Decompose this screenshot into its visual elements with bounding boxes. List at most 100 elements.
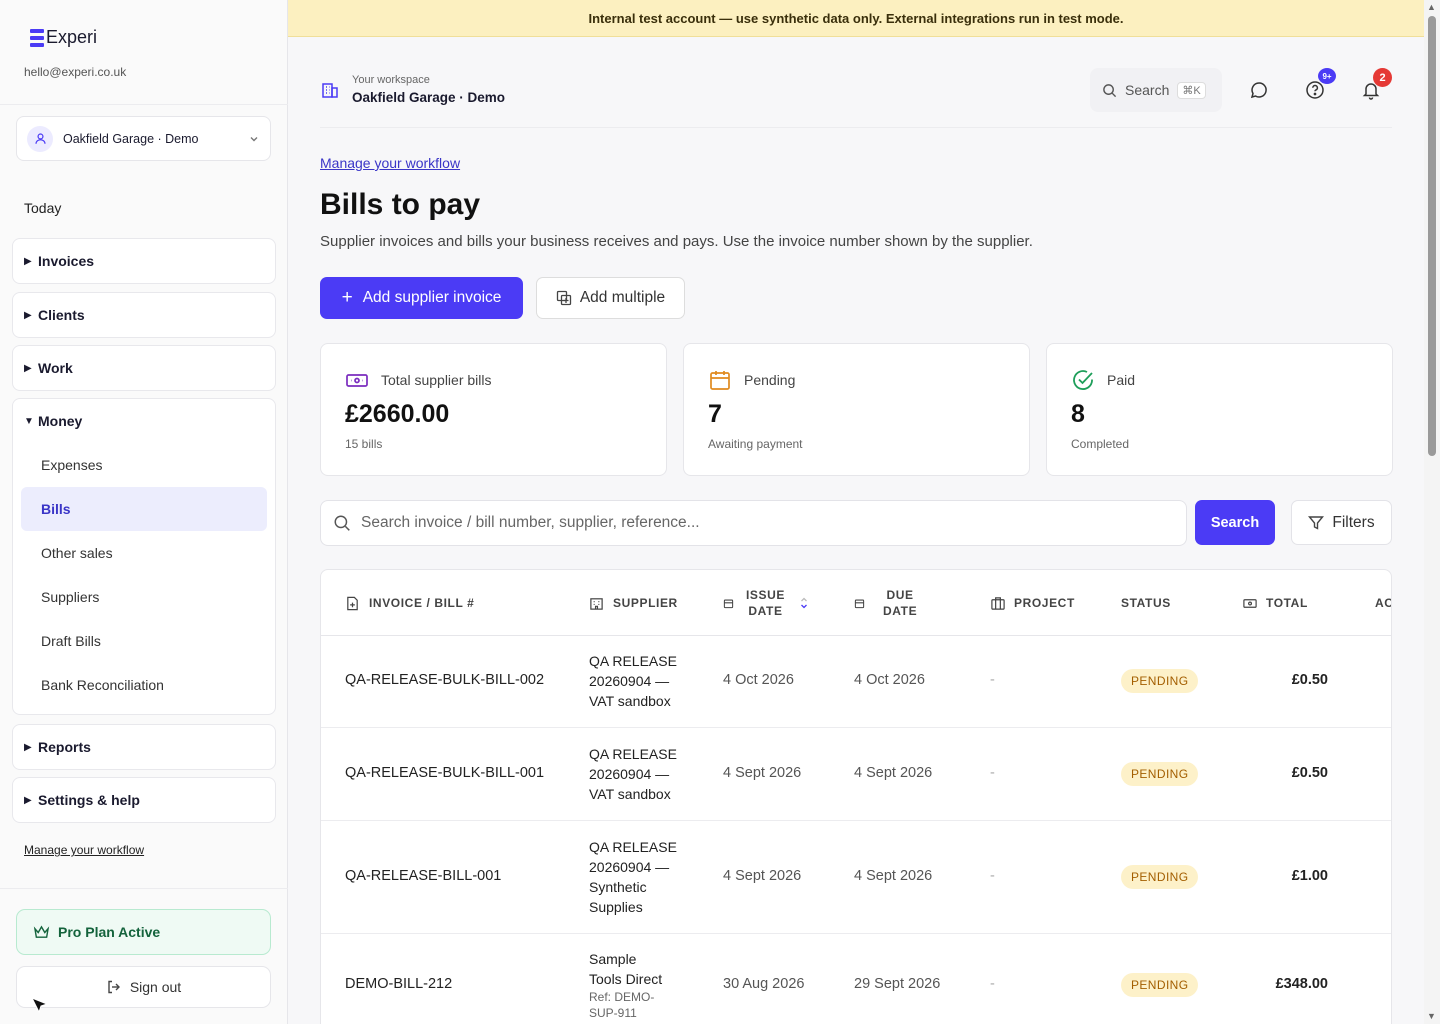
- calendar-icon: [723, 599, 734, 608]
- column-header-label: TOTAL: [1266, 596, 1308, 610]
- column-header-label: DATE: [883, 604, 918, 618]
- sidebar-group-money-toggle[interactable]: ▼ Money: [13, 399, 275, 443]
- sidebar-group-label: Settings & help: [38, 792, 140, 808]
- supplier-line: Supplies: [589, 899, 643, 915]
- column-header-actions[interactable]: AC: [1375, 570, 1392, 636]
- row-due-date: 4 Sept 2026: [854, 868, 933, 884]
- bills-search-field: [320, 500, 1187, 546]
- row-total: £0.50: [1291, 672, 1328, 688]
- help-button[interactable]: 9+: [1303, 68, 1336, 102]
- test-mode-banner: Internal test account — use synthetic da…: [288, 0, 1424, 37]
- row-issue-date: 4 Sept 2026: [723, 765, 802, 781]
- column-header-total[interactable]: TOTAL: [1242, 570, 1308, 636]
- bills-table: INVOICE / BILL # SUPPLIER ISSUE DATE DUE D…: [320, 569, 1392, 1024]
- column-header-project[interactable]: PROJECT: [990, 570, 1075, 636]
- sidebar-item-draft-bills[interactable]: Draft Bills: [21, 619, 267, 663]
- notifications-button[interactable]: 2: [1359, 68, 1392, 102]
- stat-value: £2660.00: [345, 400, 450, 428]
- column-header-invoice[interactable]: INVOICE / BILL #: [345, 570, 474, 636]
- add-multiple-button[interactable]: Add multiple: [536, 277, 685, 319]
- sidebar-group-label: Money: [38, 413, 83, 429]
- row-total: £1.00: [1291, 868, 1328, 884]
- supplier-line: VAT sandbox: [589, 693, 671, 709]
- sidebar-item-suppliers[interactable]: Suppliers: [21, 575, 267, 619]
- supplier-line: Sample: [589, 951, 637, 967]
- scrollbar-thumb[interactable]: [1428, 16, 1436, 456]
- supplier-reference: SUP-911: [589, 1006, 637, 1020]
- sidebar-group-invoices[interactable]: ▶ Invoices: [12, 238, 276, 284]
- sidebar-group-money: ▼ Money Expenses Bills Other sales Suppli…: [12, 398, 276, 715]
- stat-label: Paid: [1107, 372, 1136, 388]
- search-button[interactable]: Search: [1195, 500, 1275, 545]
- building-icon: [590, 597, 603, 610]
- stat-note: Completed: [1071, 437, 1130, 451]
- calendar-icon: [854, 599, 865, 608]
- check-circle-icon: [1073, 370, 1093, 390]
- column-header-label: SUPPLIER: [613, 596, 678, 610]
- messages-button[interactable]: [1247, 78, 1271, 102]
- scroll-up-icon[interactable]: ▲: [1427, 2, 1436, 12]
- row-due-date: 29 Sept 2026: [854, 976, 941, 992]
- row-supplier: Sample Tools Direct Ref: DEMO- SUP-911: [589, 949, 689, 1021]
- row-total: £348.00: [1275, 976, 1328, 992]
- caret-right-icon: ▶: [24, 741, 32, 753]
- row-project: -: [990, 868, 995, 884]
- supplier-line: Synthetic: [589, 879, 647, 895]
- supplier-line: 20260904 —: [589, 673, 670, 689]
- file-icon: [347, 596, 358, 610]
- stat-card-pending: Pending 7 Awaiting payment: [683, 343, 1030, 476]
- caret-right-icon: ▶: [24, 362, 32, 374]
- account-email: hello@experi.co.uk: [24, 65, 127, 79]
- sidebar-group-clients[interactable]: ▶ Clients: [12, 292, 276, 338]
- row-due-date: 4 Oct 2026: [854, 672, 925, 688]
- search-icon: [1103, 83, 1117, 97]
- sign-out-button[interactable]: Sign out: [16, 966, 271, 1008]
- sidebar-item-other-sales[interactable]: Other sales: [21, 531, 267, 575]
- stat-value: 7: [708, 400, 722, 428]
- chevron-down-icon: [250, 136, 258, 141]
- calendar-icon: [710, 371, 730, 390]
- column-header-issue-date[interactable]: ISSUE DATE: [723, 570, 809, 636]
- sidebar-item-today[interactable]: Today: [24, 200, 61, 216]
- column-header-supplier[interactable]: SUPPLIER: [589, 570, 678, 636]
- workspace-selector[interactable]: Oakfield Garage · Demo: [16, 116, 271, 161]
- row-invoice-number[interactable]: DEMO-BILL-212: [345, 976, 452, 992]
- stat-value: 8: [1071, 400, 1085, 428]
- workspace-name: Oakfield Garage · Demo: [352, 90, 506, 105]
- brand-logo[interactable]: Experi: [30, 27, 97, 48]
- bills-search-input[interactable]: [361, 514, 1141, 532]
- filters-button[interactable]: Filters: [1291, 500, 1392, 545]
- row-invoice-number[interactable]: QA-RELEASE-BULK-BILL-002: [345, 672, 544, 688]
- stat-label: Pending: [744, 372, 796, 388]
- pro-plan-badge[interactable]: Pro Plan Active: [16, 909, 271, 955]
- money-icon: [346, 374, 368, 387]
- manage-workflow-link[interactable]: Manage your workflow: [320, 155, 460, 171]
- supplier-line: VAT sandbox: [589, 786, 671, 802]
- sidebar-item-expenses[interactable]: Expenses: [21, 443, 267, 487]
- column-header-status[interactable]: STATUS: [1121, 570, 1171, 636]
- sidebar-group-reports[interactable]: ▶ Reports: [12, 724, 276, 770]
- add-multiple-label: Add multiple: [579, 289, 666, 306]
- sort-icon[interactable]: [799, 596, 809, 610]
- sidebar-item-bills[interactable]: Bills: [21, 487, 267, 531]
- add-supplier-invoice-label: Add supplier invoice: [362, 289, 502, 306]
- add-supplier-invoice-button[interactable]: + Add supplier invoice: [320, 277, 523, 319]
- column-header-label: AC: [1375, 596, 1392, 610]
- row-supplier: QA RELEASE 20260904 — VAT sandbox: [589, 651, 689, 711]
- row-invoice-number[interactable]: QA-RELEASE-BULK-BILL-001: [345, 765, 544, 781]
- sidebar-group-work[interactable]: ▶ Work: [12, 345, 276, 391]
- global-search-button[interactable]: Search ⌘K: [1090, 68, 1222, 112]
- sidebar-item-bank-reconciliation[interactable]: Bank Reconciliation: [21, 663, 267, 707]
- row-invoice-number[interactable]: QA-RELEASE-BILL-001: [345, 868, 501, 884]
- manage-workflow-link[interactable]: Manage your workflow: [24, 843, 144, 857]
- filters-label: Filters: [1332, 513, 1375, 531]
- sidebar-group-settings-help[interactable]: ▶ Settings & help: [12, 777, 276, 823]
- building-icon: [322, 83, 338, 98]
- scroll-down-icon[interactable]: ▼: [1427, 1011, 1436, 1021]
- column-header-label: DATE: [748, 604, 783, 618]
- row-due-date: 4 Sept 2026: [854, 765, 933, 781]
- stat-card-total: Total supplier bills £2660.00 15 bills: [320, 343, 667, 476]
- column-header-due-date[interactable]: DUE DATE: [854, 570, 917, 636]
- status-badge: PENDING: [1121, 762, 1199, 786]
- status-badge: PENDING: [1121, 669, 1199, 693]
